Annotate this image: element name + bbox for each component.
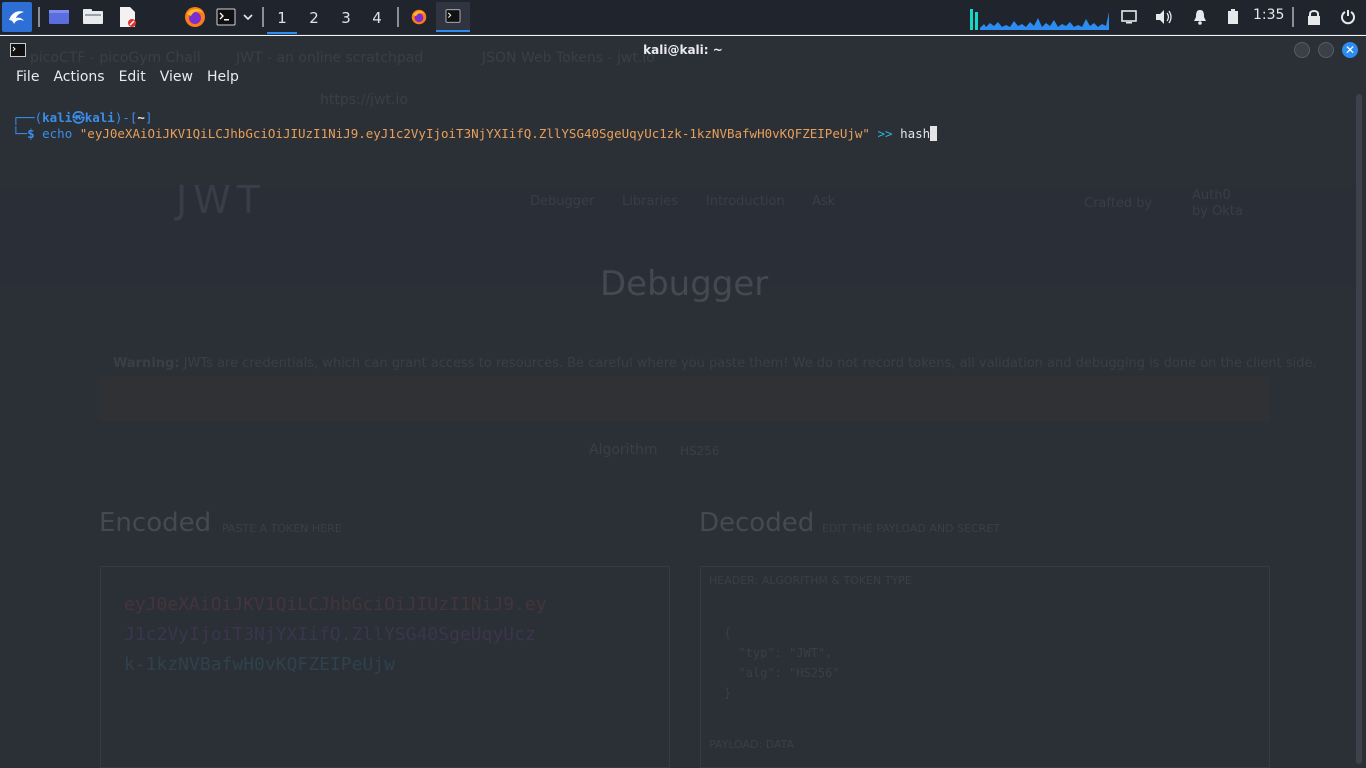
menu-help[interactable]: Help (200, 64, 246, 90)
kali-dragon-icon (6, 6, 28, 28)
firefox-icon (411, 9, 427, 25)
file-manager-button[interactable] (80, 2, 106, 32)
ghost-site-header (0, 186, 1355, 286)
lock-screen-button[interactable] (1303, 2, 1325, 32)
battery-button[interactable] (1222, 2, 1244, 32)
prompt-line: ┌──(kali㉿kali)-[~] (12, 110, 937, 126)
command-redirect: >> (877, 126, 893, 141)
taskbar-separator (397, 7, 399, 27)
firefox-launcher-button[interactable] (182, 2, 208, 32)
clock[interactable]: 1:35 (1253, 7, 1284, 23)
prompt-user: kali (42, 110, 73, 125)
notifications-button[interactable] (1189, 2, 1211, 32)
taskbar-separator (38, 7, 40, 27)
speaker-icon (1155, 9, 1173, 25)
workspace-4[interactable]: 4 (362, 4, 392, 32)
kali-menu-button[interactable] (2, 2, 32, 32)
command-name: echo (42, 126, 73, 141)
terminal-icon (445, 9, 461, 23)
terminal-scrollbar[interactable] (1356, 94, 1362, 764)
window-title: kali@kali: ~ (643, 43, 723, 57)
ghost-decoded-box (700, 566, 1270, 768)
menu-file[interactable]: File (0, 64, 46, 90)
firefox-icon (184, 6, 206, 28)
text-editor-button[interactable] (114, 2, 140, 32)
ghost-warning-bold: Warning: (113, 356, 180, 371)
desktop-icon (48, 8, 70, 26)
lock-icon (1307, 9, 1321, 25)
command-target: hash (900, 126, 931, 141)
prompt-frame-top: ┌──( (12, 110, 43, 125)
monitor-icon (1121, 10, 1137, 24)
prompt-frame-mid: )-[ (114, 110, 138, 125)
terminal-output[interactable]: ┌──(kali㉿kali)-[~] └─$ echo "eyJ0eXAiOiJK… (12, 110, 938, 142)
ghost-warning-text: JWTs are credentials, which can grant ac… (179, 356, 1317, 371)
taskbar-separator (262, 7, 264, 27)
prompt-at: ㉿ (72, 110, 85, 125)
taskbar: 1 2 3 4 1:35 (0, 0, 1366, 35)
command-line[interactable]: └─$ echo "eyJ0eXAiOiJKV1QiLCJhbGciOiJIUz… (12, 126, 938, 142)
text-editor-icon (117, 6, 137, 28)
ghost-algorithm-label: Algorithm (589, 442, 658, 458)
prompt-symbol: $ (27, 126, 43, 141)
minimize-button[interactable] (1294, 42, 1310, 58)
ghost-url: https://jwt.io (320, 92, 408, 108)
prompt-host: kali (84, 110, 115, 125)
workspace-3[interactable]: 3 (331, 4, 361, 32)
workspace-2[interactable]: 2 (299, 4, 329, 32)
ghost-encoded-hint: PASTE A TOKEN HERE (222, 522, 342, 535)
prompt-dir: ~ (137, 110, 145, 125)
ghost-encoded-box (100, 566, 670, 768)
ghost-warning-box (100, 376, 1270, 422)
text-cursor (930, 126, 938, 141)
terminal-icon (216, 8, 236, 26)
menu-actions[interactable]: Actions (46, 64, 111, 90)
logout-button[interactable] (1337, 2, 1359, 32)
close-icon: ✕ (1344, 43, 1356, 57)
ghost-algorithm-value: HS256 (680, 444, 720, 458)
taskbar-window-firefox[interactable] (404, 2, 434, 32)
terminal-titlebar[interactable]: kali@kali: ~ ✕ (0, 36, 1366, 64)
battery-icon (1227, 9, 1239, 25)
menu-view[interactable]: View (153, 64, 200, 90)
folder-icon (82, 8, 104, 26)
taskbar-window-terminal[interactable] (436, 2, 470, 32)
ghost-decoded-title: Decoded (699, 508, 815, 538)
display-settings-button[interactable] (1118, 2, 1140, 32)
menu-bar: File Actions Edit View Help (0, 64, 246, 90)
volume-button[interactable] (1153, 2, 1175, 32)
maximize-button[interactable] (1318, 42, 1334, 58)
terminal-window[interactable]: picoCTF - picoGym Chall JWT - an online … (0, 36, 1366, 768)
bell-icon (1193, 9, 1207, 25)
ghost-warning: Warning: JWTs are credentials, which can… (113, 356, 1317, 371)
launcher-dropdown-button[interactable] (240, 2, 256, 32)
prompt-frame-bottom: └─ (12, 126, 28, 141)
power-icon (1340, 9, 1356, 25)
command-argument: "eyJ0eXAiOiJKV1QiLCJhbGciOiJIUzI1NiJ9.ey… (79, 126, 870, 141)
ghost-encoded-title: Encoded (99, 508, 212, 538)
prompt-frame-end: ] (144, 110, 153, 125)
menu-edit[interactable]: Edit (112, 64, 153, 90)
ghost-decoded-hint: EDIT THE PAYLOAD AND SECRET (822, 522, 1000, 535)
chevron-down-icon (243, 13, 253, 21)
show-desktop-button[interactable] (46, 2, 72, 32)
workspace-1[interactable]: 1 (267, 4, 297, 34)
terminal-launcher-button[interactable] (214, 2, 238, 32)
taskbar-separator (1292, 7, 1294, 27)
close-button[interactable]: ✕ (1342, 42, 1358, 58)
cpu-monitor-graph[interactable] (968, 6, 1110, 30)
